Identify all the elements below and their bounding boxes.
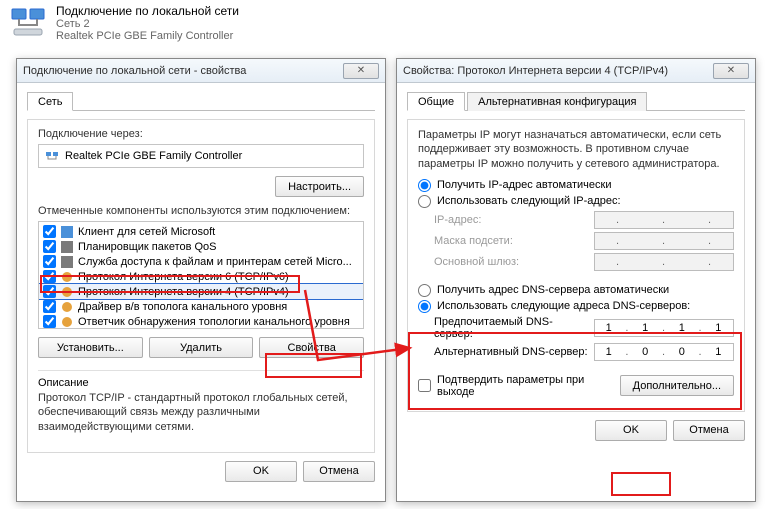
component-checkbox[interactable] [43,300,56,313]
connection-header: Подключение по локальной сети Сеть 2 Rea… [0,0,768,46]
radio-input[interactable] [418,195,431,208]
component-label: Протокол Интернета версии 4 (TCP/IPv4) [78,286,289,298]
tabs: Сеть [27,91,375,111]
alternate-dns-row: Альтернативный DNS-сервер: 1. 0. 0. 1 [434,343,734,361]
list-item[interactable]: Служба доступа к файлам и принтерам сете… [39,254,363,269]
tabs: Общие Альтернативная конфигурация [407,91,745,111]
radio-input[interactable] [418,179,431,192]
protocol-icon [60,270,74,284]
validate-on-exit[interactable]: Подтвердить параметры при выходе [418,374,620,398]
properties-button[interactable]: Свойства [259,337,364,358]
preferred-dns-row: Предпочитаемый DNS-сервер: 1. 1. 1. 1 [434,316,734,340]
list-item[interactable]: Протокол Интернета версии 6 (TCP/IPv6) [39,269,363,284]
component-checkbox[interactable] [43,240,56,253]
component-checkbox[interactable] [43,225,56,238]
checkbox-label: Подтвердить параметры при выходе [437,374,620,398]
preferred-dns-field[interactable]: 1. 1. 1. 1 [594,319,734,337]
ok-button[interactable]: OK [595,420,667,441]
description-title: Описание [38,377,364,389]
component-checkbox[interactable] [43,315,56,328]
configure-button[interactable]: Настроить... [275,176,364,197]
ip-address-label: IP-адрес: [434,214,588,226]
subnet-mask-label: Маска подсети: [434,235,588,247]
radio-label: Использовать следующие адреса DNS-сервер… [437,300,690,312]
checkbox-input[interactable] [418,379,431,392]
radio-label: Получить адрес DNS-сервера автоматически [437,284,669,296]
connection-text: Подключение по локальной сети Сеть 2 Rea… [56,4,239,42]
radio-label: Получить IP-адрес автоматически [437,179,611,191]
list-item[interactable]: Клиент для сетей Microsoft [39,224,363,239]
component-label: Протокол Интернета версии 6 (TCP/IPv6) [78,271,289,283]
components-label: Отмеченные компоненты используются этим … [38,205,364,217]
radio-ip-manual[interactable]: Использовать следующий IP-адрес: [418,195,734,208]
adapter-properties-window: Подключение по локальной сети - свойства… [16,58,386,502]
component-label: Планировщик пакетов QoS [78,241,217,253]
list-item-selected[interactable]: Протокол Интернета версии 4 (TCP/IPv4) [39,284,363,299]
connection-title: Подключение по локальной сети [56,4,239,18]
adapter-box: Realtek PCIe GBE Family Controller [38,144,364,168]
service-icon [60,255,74,269]
cancel-button[interactable]: Отмена [673,420,745,441]
radio-dns-manual[interactable]: Использовать следующие адреса DNS-сервер… [418,300,734,313]
uninstall-button[interactable]: Удалить [149,337,254,358]
list-item[interactable]: Планировщик пакетов QoS [39,239,363,254]
client-icon [60,225,74,239]
components-list[interactable]: Клиент для сетей Microsoft Планировщик п… [38,221,364,329]
advanced-button[interactable]: Дополнительно... [620,375,734,396]
protocol-icon [60,285,74,299]
ok-button[interactable]: OK [225,461,297,482]
window-title: Подключение по локальной сети - свойства [23,65,343,77]
subnet-mask-field: ... [594,232,734,250]
cancel-button[interactable]: Отмена [303,461,375,482]
adapter-mini-icon [45,149,59,163]
close-button[interactable]: ✕ [343,63,379,79]
tab-general[interactable]: Общие [407,92,465,111]
install-button[interactable]: Установить... [38,337,143,358]
titlebar[interactable]: Подключение по локальной сети - свойства… [17,59,385,83]
subnet-mask-row: Маска подсети: ... [434,232,734,250]
ip-address-row: IP-адрес: ... [434,211,734,229]
adapter-name: Realtek PCIe GBE Family Controller [65,150,242,162]
ipv4-properties-window: Свойства: Протокол Интернета версии 4 (T… [396,58,756,502]
component-label: Клиент для сетей Microsoft [78,226,215,238]
connection-adapter: Realtek PCIe GBE Family Controller [56,30,239,42]
service-icon [60,240,74,254]
protocol-icon [60,315,74,329]
radio-dns-auto[interactable]: Получить адрес DNS-сервера автоматически [418,284,734,297]
component-label: Ответчик обнаружения топологии канальног… [78,316,350,328]
gateway-label: Основной шлюз: [434,256,588,268]
component-label: Драйвер в/в тополога канального уровня [78,301,287,313]
titlebar[interactable]: Свойства: Протокол Интернета версии 4 (T… [397,59,755,83]
alternate-dns-field[interactable]: 1. 0. 0. 1 [594,343,734,361]
tab-alt-config[interactable]: Альтернативная конфигурация [467,92,647,111]
close-button[interactable]: ✕ [713,63,749,79]
list-item[interactable]: Драйвер в/в тополога канального уровня [39,299,363,314]
network-adapter-icon [8,5,48,41]
radio-label: Использовать следующий IP-адрес: [437,195,621,207]
radio-input[interactable] [418,284,431,297]
connect-through-label: Подключение через: [38,128,364,140]
intro-text: Параметры IP могут назначаться автоматич… [418,128,734,171]
tab-network[interactable]: Сеть [27,92,73,111]
gateway-row: Основной шлюз: ... [434,253,734,271]
list-item[interactable]: Ответчик обнаружения топологии канальног… [39,314,363,329]
protocol-icon [60,300,74,314]
ip-address-field: ... [594,211,734,229]
radio-input[interactable] [418,300,431,313]
preferred-dns-label: Предпочитаемый DNS-сервер: [434,316,588,340]
component-checkbox[interactable] [43,270,56,283]
alternate-dns-label: Альтернативный DNS-сервер: [434,346,588,358]
component-label: Служба доступа к файлам и принтерам сете… [78,256,352,268]
component-checkbox[interactable] [43,285,56,298]
window-title: Свойства: Протокол Интернета версии 4 (T… [403,65,713,77]
connection-network: Сеть 2 [56,18,239,30]
description-body: Протокол TCP/IP - стандартный протокол г… [38,391,364,434]
gateway-field: ... [594,253,734,271]
radio-ip-auto[interactable]: Получить IP-адрес автоматически [418,179,734,192]
component-checkbox[interactable] [43,255,56,268]
